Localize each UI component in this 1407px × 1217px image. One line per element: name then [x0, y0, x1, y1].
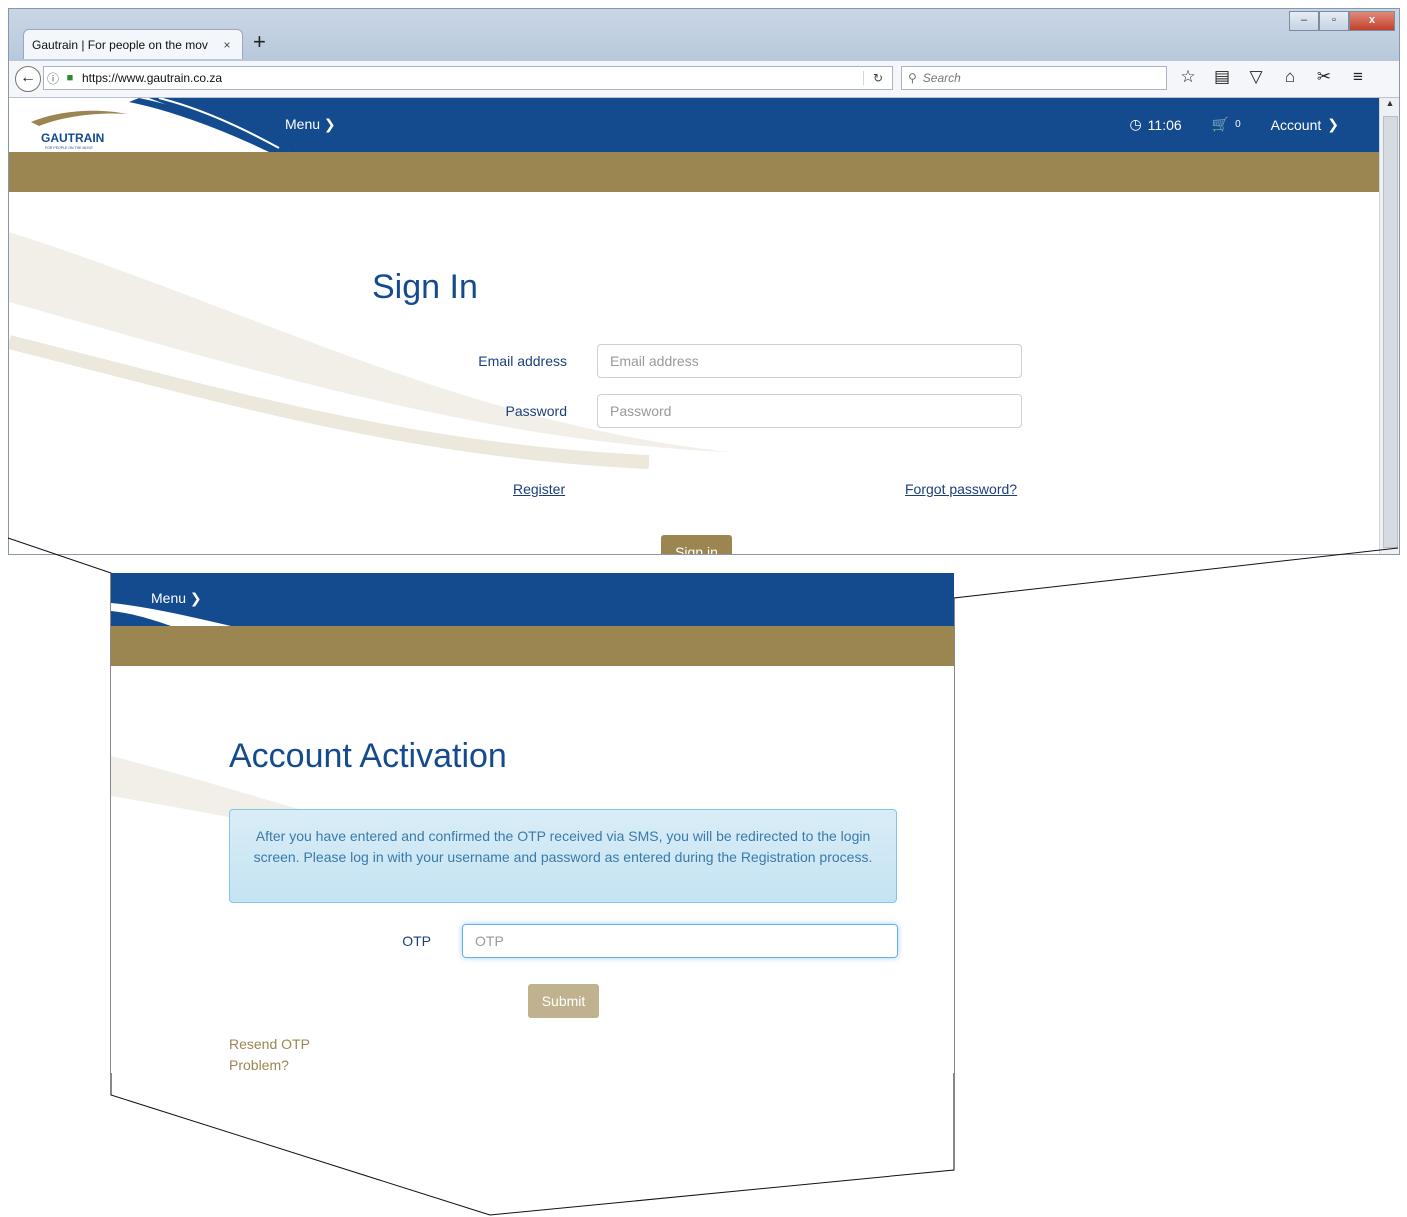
url-text[interactable]: https://www.gautrain.co.za [78, 71, 863, 85]
otp-field[interactable]: OTP [462, 924, 898, 958]
email-field[interactable]: Email address [597, 344, 1022, 378]
window-controls: – ▫ x [1289, 11, 1395, 31]
page-title: Sign In [372, 268, 478, 306]
menu-dropdown[interactable]: Menu ❯ [151, 590, 202, 607]
chevron-down-icon: ❯ [189, 590, 202, 606]
maximize-icon[interactable]: ▫ [1319, 11, 1349, 31]
minimize-icon[interactable]: – [1289, 11, 1319, 31]
register-link[interactable]: Register [513, 481, 565, 497]
clock-time: 11:06 [1147, 116, 1182, 133]
vertical-scrollbar[interactable]: ▲ [1379, 98, 1399, 554]
info-alert: After you have entered and confirmed the… [229, 809, 897, 903]
submit-button[interactable]: Submit [528, 984, 599, 1018]
site-header: GAUTRAIN FOR PEOPLE ON THE MOVE Menu ❯ ◷… [9, 98, 1379, 152]
chevron-down-icon: ❯ [323, 116, 336, 132]
resend-otp-link[interactable]: Resend OTP [229, 1036, 310, 1052]
password-field[interactable]: Password [597, 394, 1022, 428]
menu-dropdown[interactable]: Menu ❯ [285, 116, 336, 133]
page-title: Account Activation [229, 737, 507, 775]
screenshot-icon[interactable]: ✂ [1313, 67, 1335, 87]
cart-button[interactable]: 🛒 0 [1212, 116, 1241, 133]
web-page: GAUTRAIN FOR PEOPLE ON THE MOVE Menu ❯ ◷… [9, 98, 1379, 554]
reload-icon[interactable]: ↻ [863, 71, 892, 85]
pocket-icon[interactable]: ▽ [1245, 67, 1267, 87]
browser-tab[interactable]: Gautrain | For people on the mov × [23, 29, 243, 59]
close-window-icon[interactable]: x [1349, 11, 1395, 31]
clock-icon: ◷ [1129, 116, 1142, 132]
back-arrow-icon[interactable]: ← [15, 66, 41, 92]
header-right: ◷ 11:06 🛒 0 Account ❯ [1129, 116, 1339, 133]
logo-tagline: FOR PEOPLE ON THE MOVE [45, 146, 93, 150]
home-icon[interactable]: ⌂ [1279, 67, 1301, 87]
problem-link[interactable]: Problem? [229, 1057, 289, 1073]
search-placeholder: Search [922, 71, 961, 85]
logo-text: GAUTRAIN [41, 131, 104, 145]
reading-list-icon[interactable]: ▤ [1211, 67, 1233, 87]
title-bar: Gautrain | For people on the mov × + – ▫… [9, 9, 1399, 61]
search-input[interactable]: ⚲ Search [901, 66, 1167, 90]
new-tab-button[interactable]: + [253, 31, 266, 53]
clock: ◷ 11:06 [1129, 116, 1181, 133]
menu-label: Menu [151, 590, 187, 606]
gold-band [9, 152, 1379, 192]
tab-title: Gautrain | For people on the mov [32, 37, 208, 52]
hamburger-menu-icon[interactable]: ≡ [1347, 67, 1369, 87]
menu-label: Menu [285, 116, 321, 132]
account-activation-panel: Menu ❯ Account Activation After you have… [111, 573, 954, 1073]
scrollbar-thumb[interactable] [1383, 116, 1398, 548]
forgot-password-link[interactable]: Forgot password? [905, 481, 1017, 497]
info-icon[interactable]: ⓘ [44, 70, 62, 87]
gautrain-logo[interactable]: GAUTRAIN FOR PEOPLE ON THE MOVE [9, 98, 289, 152]
browser-window: Gautrain | For people on the mov × + – ▫… [8, 8, 1400, 555]
navigation-toolbar: ← ⓘ ■ https://www.gautrain.co.za ↻ ⚲ Sea… [9, 61, 1399, 98]
bookmark-star-icon[interactable]: ☆ [1177, 67, 1199, 87]
password-label: Password [505, 403, 567, 419]
scroll-up-icon[interactable]: ▲ [1380, 98, 1399, 112]
account-label: Account [1270, 116, 1322, 133]
search-icon: ⚲ [908, 71, 917, 85]
otp-label: OTP [402, 933, 431, 949]
account-dropdown[interactable]: Account ❯ [1271, 116, 1339, 133]
address-bar[interactable]: ⓘ ■ https://www.gautrain.co.za ↻ [43, 66, 893, 90]
tab-close-icon[interactable]: × [220, 38, 234, 52]
gold-band [111, 626, 954, 666]
toolbar-icons: ☆ ▤ ▽ ⌂ ✂ ≡ [1177, 67, 1369, 87]
email-label: Email address [478, 353, 567, 369]
lock-icon: ■ [66, 72, 74, 84]
cart-icon: 🛒 [1211, 116, 1230, 132]
cart-count: 0 [1235, 119, 1241, 130]
sign-in-button[interactable]: Sign in [661, 535, 732, 554]
site-header: Menu ❯ [111, 573, 954, 626]
chevron-down-icon: ❯ [1327, 116, 1339, 132]
